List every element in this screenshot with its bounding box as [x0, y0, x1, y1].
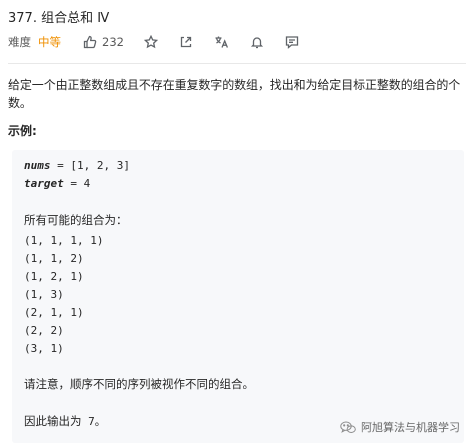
share-icon — [180, 36, 192, 48]
watermark-text: 阿旭算法与机器学习 — [361, 421, 460, 434]
header-divider — [8, 63, 466, 64]
combo-line: (1, 2, 1) — [24, 270, 84, 283]
translate-button[interactable] — [214, 35, 229, 49]
wechat-logo-icon — [340, 421, 356, 433]
comment-button[interactable] — [285, 35, 299, 49]
share-button[interactable] — [179, 35, 193, 49]
order-note: 请注意，顺序不同的序列被视作不同的组合。 — [24, 377, 254, 391]
code-line-nums: nums = [1, 2, 3] — [24, 157, 130, 175]
code-line-target: target = 4 — [24, 175, 90, 193]
thumb-up-icon — [83, 35, 97, 49]
answer-text: 因此输出为 — [24, 414, 82, 428]
notification-button[interactable] — [250, 35, 264, 49]
combo-line: (1, 3) — [24, 288, 64, 301]
bell-icon — [250, 37, 264, 49]
translate-icon — [215, 36, 228, 48]
watermark: 阿旭算法与机器学习 — [340, 419, 460, 435]
favorite-button[interactable] — [143, 35, 158, 49]
difficulty-badge: 中等 — [38, 35, 61, 49]
like-count: 232 — [102, 35, 124, 49]
comment-icon — [285, 36, 299, 49]
answer-line: 因此输出为 7。 — [24, 412, 106, 430]
answer-value: 7。 — [81, 415, 106, 428]
nums-value: = [1, 2, 3] — [50, 159, 130, 172]
example-code-block: nums = [1, 2, 3] target = 4 所有可能的组合为： (1… — [12, 150, 464, 443]
target-value: = 4 — [63, 177, 91, 190]
combo-line: (1, 1, 1, 1) — [24, 234, 104, 247]
combos-heading: 所有可能的组合为： — [24, 213, 128, 227]
difficulty-label: 难度 — [8, 35, 31, 49]
problem-meta-bar: 难度 中等 232 — [8, 33, 320, 51]
combo-line: (3, 1) — [24, 342, 64, 355]
example-heading: 示例: — [8, 124, 37, 138]
nums-variable: nums — [24, 159, 51, 172]
combo-line: (2, 2) — [24, 324, 64, 337]
combo-line: (2, 1, 1) — [24, 306, 84, 319]
target-variable: target — [24, 177, 64, 190]
problem-title: 377. 组合总和 Ⅳ — [8, 11, 110, 26]
like-button[interactable]: 232 — [83, 35, 124, 49]
star-icon — [143, 35, 158, 49]
combo-line: (1, 1, 2) — [24, 252, 84, 265]
problem-description: 给定一个由正整数组成且不存在重复数字的数组，找出和为给定目标正整数的组合的个数。 — [8, 78, 461, 110]
